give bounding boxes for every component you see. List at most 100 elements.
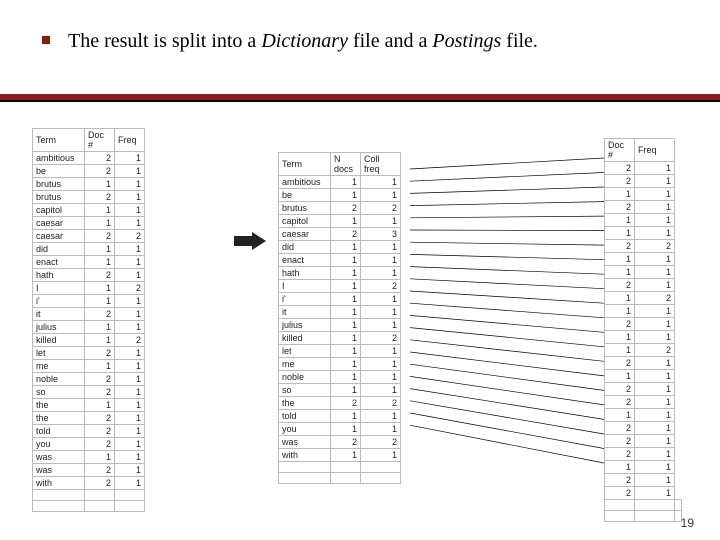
cell: 2	[635, 292, 675, 305]
cell: 1	[361, 189, 401, 202]
cell: noble	[33, 373, 85, 386]
cell: 1	[361, 267, 401, 280]
table-row: it21	[33, 308, 145, 321]
cell: 2	[331, 202, 361, 215]
cell: 1	[331, 215, 361, 228]
cell: 2	[115, 230, 145, 243]
cell: killed	[279, 332, 331, 345]
cell	[635, 511, 675, 522]
cell: 2	[331, 436, 361, 449]
cell: caesar	[33, 217, 85, 230]
th-term: Term	[33, 129, 85, 152]
cell: me	[279, 358, 331, 371]
th-ndocs: N docs	[331, 153, 361, 176]
cell: 1	[605, 331, 635, 344]
cell: 1	[635, 435, 675, 448]
cell: 1	[635, 227, 675, 240]
cell: 1	[605, 227, 635, 240]
cell: 1	[331, 306, 361, 319]
table-row: brutus11	[33, 178, 145, 191]
cell: with	[279, 449, 331, 462]
cell: 1	[635, 266, 675, 279]
cell: 2	[85, 165, 115, 178]
table-row: 21	[605, 448, 682, 461]
cell: 1	[635, 370, 675, 383]
cell: 1	[361, 358, 401, 371]
table-row: 22	[605, 240, 682, 253]
cell: 1	[635, 175, 675, 188]
table-row: so11	[279, 384, 401, 397]
table-row: 12	[605, 292, 682, 305]
cell: 1	[85, 243, 115, 256]
table-row: 21	[605, 487, 682, 500]
table-row: 11	[605, 370, 682, 383]
bt-seg4: file.	[501, 30, 538, 52]
cell: 2	[605, 383, 635, 396]
cell	[279, 473, 331, 484]
table-row: 11	[605, 461, 682, 474]
cell: be	[279, 189, 331, 202]
cell: i'	[33, 295, 85, 308]
cell: 1	[115, 412, 145, 425]
table-row	[279, 462, 401, 473]
cell	[361, 462, 401, 473]
cell: 2	[85, 425, 115, 438]
page-number: 19	[681, 516, 694, 530]
cell: 1	[331, 267, 361, 280]
table-row: let21	[33, 347, 145, 360]
cell: 1	[115, 269, 145, 282]
table-row: julius11	[279, 319, 401, 332]
cell: i'	[279, 293, 331, 306]
cell: 1	[85, 321, 115, 334]
cell: me	[33, 360, 85, 373]
cell: 1	[115, 165, 145, 178]
cell: 1	[635, 409, 675, 422]
arrow-right-icon	[234, 232, 266, 250]
table-row	[33, 501, 145, 512]
cell: the	[33, 399, 85, 412]
cell	[675, 500, 682, 511]
table-row: be11	[279, 189, 401, 202]
cell: 2	[605, 162, 635, 175]
cell: 1	[115, 178, 145, 191]
table-row: 21	[605, 175, 682, 188]
cell: ambitious	[33, 152, 85, 165]
cell: 1	[635, 253, 675, 266]
cell: 2	[85, 412, 115, 425]
cell: 1	[85, 399, 115, 412]
table-row: caesar11	[33, 217, 145, 230]
cell: was	[33, 464, 85, 477]
cell: 2	[361, 280, 401, 293]
cell: it	[279, 306, 331, 319]
cell: 1	[361, 384, 401, 397]
cell: 1	[605, 188, 635, 201]
cell: 1	[361, 371, 401, 384]
cell: 1	[331, 293, 361, 306]
table-row: was11	[33, 451, 145, 464]
cell: 1	[635, 487, 675, 500]
table-row: let11	[279, 345, 401, 358]
table-row: 11	[605, 214, 682, 227]
cell: 1	[85, 204, 115, 217]
table-row: the22	[279, 397, 401, 410]
cell: 1	[331, 332, 361, 345]
cell: 1	[115, 191, 145, 204]
table-row: killed12	[33, 334, 145, 347]
th-doc: Doc #	[85, 129, 115, 152]
cell: 1	[115, 386, 145, 399]
table-row	[605, 511, 682, 522]
table-row	[605, 500, 682, 511]
table-row: me11	[33, 360, 145, 373]
cell: 2	[331, 397, 361, 410]
cell: 1	[331, 423, 361, 436]
cell: hath	[279, 267, 331, 280]
cell: 1	[361, 423, 401, 436]
table-row: with21	[33, 477, 145, 490]
th-freq: Freq	[115, 129, 145, 152]
cell: 1	[115, 321, 145, 334]
table-row: i'11	[279, 293, 401, 306]
bt-seg0: The result is split into a	[68, 30, 261, 52]
bt-seg1: Dictionary	[261, 30, 348, 52]
cell: caesar	[33, 230, 85, 243]
cell: did	[279, 241, 331, 254]
